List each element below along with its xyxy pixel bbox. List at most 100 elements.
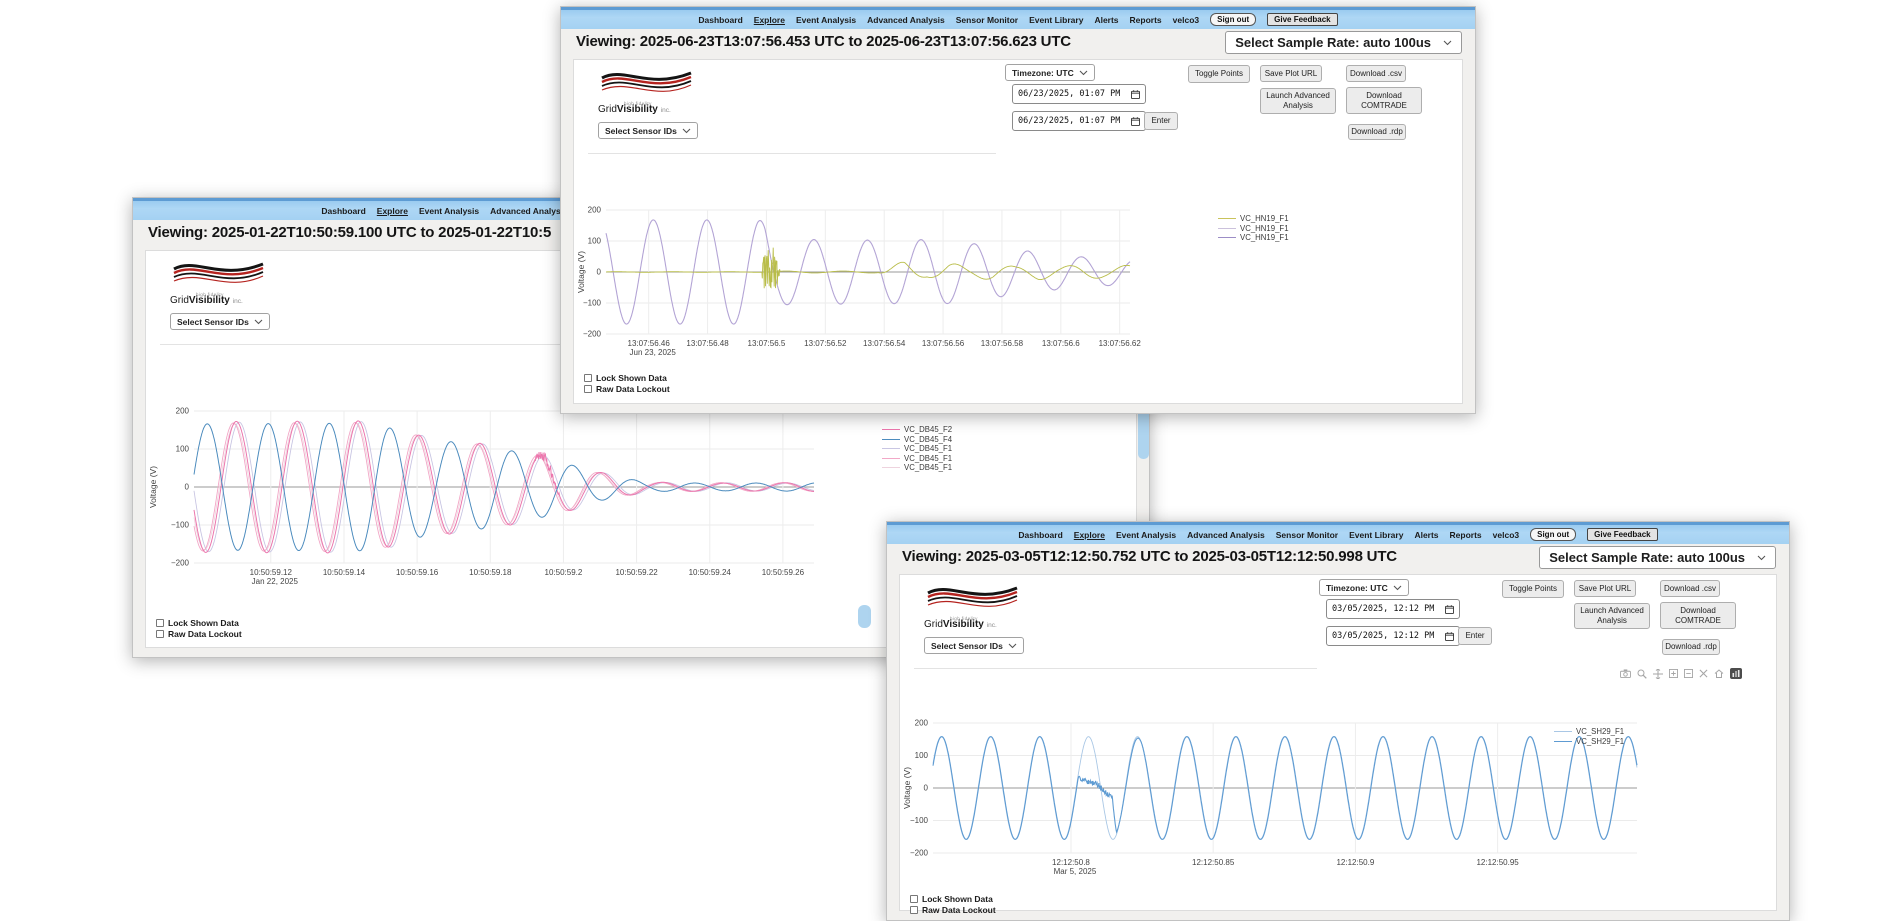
nav-item-dashboard[interactable]: Dashboard: [1018, 530, 1062, 540]
legend-item[interactable]: VC_DB45_F1: [882, 463, 952, 473]
sign-out-button[interactable]: Sign out: [1530, 528, 1576, 541]
chart-canvas[interactable]: 2001000−100−20013:07:56.46Jun 23, 202513…: [576, 158, 1456, 363]
reset-axes-icon[interactable]: [1714, 669, 1724, 678]
legend-label: VC_HN19_F1: [1240, 233, 1289, 242]
nav-item-advanced-analysis[interactable]: Advanced Analysis: [867, 15, 945, 25]
sample-rate-select[interactable]: Select Sample Rate: auto 100us: [1225, 31, 1462, 54]
legend-item[interactable]: VC_DB45_F4: [882, 435, 952, 445]
legend-item[interactable]: VC_SH29_F1: [1554, 727, 1624, 737]
end-datetime-input[interactable]: 03/05/2025, 12:12 PM: [1326, 626, 1460, 646]
nav-item-explore[interactable]: Explore: [754, 15, 785, 25]
nav-item-velco3[interactable]: velco3: [1493, 530, 1519, 540]
checkbox-icon[interactable]: [910, 895, 918, 903]
nav-item-sensor-monitor[interactable]: Sensor Monitor: [1276, 530, 1338, 540]
nav-item-dashboard[interactable]: Dashboard: [698, 15, 742, 25]
save-plot-url-button[interactable]: Save Plot URL: [1260, 65, 1322, 82]
chevron-down-icon: [1443, 40, 1452, 46]
chevron-down-icon: [1393, 585, 1402, 591]
legend-item[interactable]: VC_DB45_F1: [882, 444, 952, 454]
scrollbar-thumb[interactable]: [858, 605, 871, 628]
nav-item-advanced-analysis[interactable]: Advanced Analysis: [490, 206, 568, 216]
checkbox-icon[interactable]: [156, 630, 164, 638]
download-rdp-button[interactable]: Download .rdp: [1662, 639, 1720, 655]
plotly-logo-icon[interactable]: [1730, 668, 1742, 679]
toggle-points-button[interactable]: Toggle Points: [1502, 580, 1564, 598]
nav-item-dashboard[interactable]: Dashboard: [321, 206, 365, 216]
legend-item[interactable]: VC_DB45_F1: [882, 454, 952, 464]
zoom-out-icon[interactable]: [1684, 669, 1693, 678]
start-datetime-value: 06/23/2025, 01:07 PM: [1018, 89, 1120, 99]
x-tick-label: 10:50:59.12: [250, 568, 293, 577]
y-tick-label: −200: [910, 849, 929, 858]
nav-bar: Dashboard Explore Event Analysis Advanced A…: [887, 522, 1789, 544]
data-option-checkboxes: Lock Shown DataRaw Data Lockout: [584, 372, 670, 394]
timezone-label: Timezone: UTC: [1326, 583, 1388, 593]
sensor-ids-select[interactable]: Select Sensor IDs: [598, 122, 698, 139]
toggle-points-button[interactable]: Toggle Points: [1188, 65, 1250, 83]
checkbox-icon[interactable]: [584, 374, 592, 382]
timezone-select[interactable]: Timezone: UTC: [1319, 579, 1409, 596]
chevron-down-icon: [254, 319, 263, 325]
start-datetime-input[interactable]: 03/05/2025, 12:12 PM: [1326, 599, 1460, 619]
sensor-ids-select[interactable]: Select Sensor IDs: [170, 313, 270, 330]
autoscale-icon[interactable]: [1699, 669, 1708, 678]
sign-out-button[interactable]: Sign out: [1210, 13, 1256, 26]
calendar-icon: [1445, 605, 1454, 614]
save-plot-url-button[interactable]: Save Plot URL: [1574, 580, 1636, 597]
nav-item-explore[interactable]: Explore: [1074, 530, 1105, 540]
legend-swatch: [882, 467, 900, 468]
nav-item-event-analysis[interactable]: Event Analysis: [796, 15, 856, 25]
pan-icon[interactable]: [1653, 669, 1663, 679]
legend-swatch: [882, 439, 900, 440]
chart-canvas[interactable]: 2001000−100−20012:12:50.8Mar 5, 202512:1…: [902, 687, 1776, 887]
nav-item-alerts[interactable]: Alerts: [1414, 530, 1438, 540]
chevron-down-icon: [1757, 555, 1766, 561]
checkbox-icon[interactable]: [156, 619, 164, 627]
nav-item-event-library[interactable]: Event Library: [1349, 530, 1403, 540]
nav-item-reports[interactable]: Reports: [1130, 15, 1162, 25]
legend-label: VC_DB45_F1: [904, 454, 952, 463]
y-tick-label: −100: [171, 521, 190, 530]
nav-item-velco3[interactable]: velco3: [1173, 15, 1199, 25]
logo-text-inc: inc.: [987, 622, 997, 629]
sensor-ids-select[interactable]: Select Sensor IDs: [924, 637, 1024, 654]
checkbox-icon[interactable]: [910, 906, 918, 914]
enter-button[interactable]: Enter: [1144, 112, 1178, 130]
sample-rate-select[interactable]: Select Sample Rate: auto 100us: [1539, 546, 1776, 569]
give-feedback-button[interactable]: Give Feedback: [1587, 528, 1657, 541]
nav-item-event-analysis[interactable]: Event Analysis: [1116, 530, 1176, 540]
download-comtrade-button[interactable]: Download COMTRADE: [1660, 602, 1736, 629]
download-csv-button[interactable]: Download .csv: [1346, 65, 1406, 82]
nav-item-reports[interactable]: Reports: [1450, 530, 1482, 540]
legend-item[interactable]: VC_SH29_F1: [1554, 737, 1624, 747]
give-feedback-button[interactable]: Give Feedback: [1267, 13, 1337, 26]
nav-item-alerts[interactable]: Alerts: [1094, 15, 1118, 25]
nav-item-explore[interactable]: Explore: [377, 206, 408, 216]
camera-icon[interactable]: [1620, 669, 1631, 678]
y-tick-label: 100: [915, 751, 929, 760]
legend-item[interactable]: VC_DB45_F2: [882, 425, 952, 435]
launch-advanced-analysis-button[interactable]: Launch Advanced Analysis: [1260, 88, 1336, 114]
timezone-select[interactable]: Timezone: UTC: [1005, 64, 1095, 81]
end-datetime-input[interactable]: 06/23/2025, 01:07 PM: [1012, 111, 1146, 131]
enter-button[interactable]: Enter: [1458, 627, 1492, 645]
download-csv-button[interactable]: Download .csv: [1660, 580, 1720, 597]
nav-item-sensor-monitor[interactable]: Sensor Monitor: [956, 15, 1018, 25]
launch-advanced-analysis-button[interactable]: Launch Advanced Analysis: [1574, 603, 1650, 629]
legend-item[interactable]: VC_HN19_F1: [1218, 233, 1289, 243]
legend-item[interactable]: VC_HN19_F1: [1218, 214, 1289, 224]
nav-item-event-analysis[interactable]: Event Analysis: [419, 206, 479, 216]
sample-rate-label: Select Sample Rate: auto 100us: [1549, 550, 1745, 565]
start-datetime-input[interactable]: 06/23/2025, 01:07 PM: [1012, 84, 1146, 104]
nav-item-advanced-analysis[interactable]: Advanced Analysis: [1187, 530, 1265, 540]
download-rdp-button[interactable]: Download .rdp: [1348, 124, 1406, 140]
calendar-icon: [1445, 632, 1454, 641]
raw-data-lockout-row: Raw Data Lockout: [584, 383, 670, 394]
checkbox-icon[interactable]: [584, 385, 592, 393]
download-comtrade-button[interactable]: Download COMTRADE: [1346, 87, 1422, 114]
zoom-icon[interactable]: [1637, 669, 1647, 679]
nav-item-event-library[interactable]: Event Library: [1029, 15, 1083, 25]
legend-item[interactable]: VC_HN19_F1: [1218, 224, 1289, 234]
page-title: Viewing: 2025-03-05T12:12:50.752 UTC to …: [902, 548, 1397, 565]
zoom-in-icon[interactable]: [1669, 669, 1678, 678]
